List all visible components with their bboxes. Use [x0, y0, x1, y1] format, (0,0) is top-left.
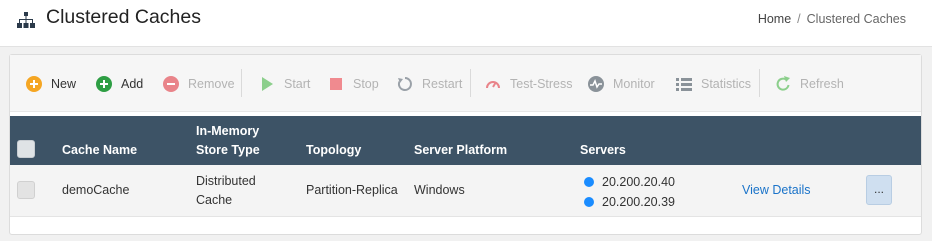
remove-button[interactable]: Remove — [163, 74, 235, 94]
list-icon — [676, 78, 692, 91]
stop-button-label: Stop — [353, 77, 379, 91]
test-stress-button-label: Test-Stress — [510, 77, 573, 91]
toolbar: New Add Remove Start Stop Restart Test-S… — [10, 55, 921, 112]
heartbeat-icon — [588, 76, 604, 92]
refresh-button-label: Refresh — [800, 77, 844, 91]
stop-icon — [330, 78, 342, 90]
test-stress-button[interactable]: Test-Stress — [485, 74, 573, 94]
minus-circle-icon — [163, 76, 179, 92]
toolbar-divider — [470, 69, 471, 97]
plus-circle-icon — [96, 76, 112, 92]
breadcrumb-separator: / — [797, 12, 801, 26]
sitemap-icon — [17, 12, 35, 28]
start-button[interactable]: Start — [259, 74, 310, 94]
server-entry: 20.200.20.39 — [584, 192, 675, 211]
page-header: Clustered Caches Home / Clustered Caches — [0, 0, 932, 47]
refresh-button[interactable]: Refresh — [775, 74, 844, 94]
more-actions-button[interactable]: ... — [866, 175, 892, 205]
table-header: Cache Name In-Memory Store Type Topology… — [10, 116, 921, 165]
restart-icon — [397, 77, 412, 91]
breadcrumb: Home / Clustered Caches — [758, 12, 906, 26]
refresh-icon — [776, 76, 790, 91]
store-type-cell: Distributed Cache — [196, 172, 256, 210]
column-header-servers[interactable]: Servers — [580, 141, 626, 160]
column-header-cache-name[interactable]: Cache Name — [62, 141, 137, 160]
new-button-label: New — [51, 77, 77, 91]
server-platform-cell: Windows — [414, 183, 465, 197]
select-all-checkbox[interactable] — [17, 140, 35, 158]
statistics-button[interactable]: Statistics — [676, 74, 751, 94]
server-address: 20.200.20.40 — [602, 174, 675, 189]
topology-cell: Partition-Replica — [306, 183, 398, 197]
store-type-line2: Cache — [196, 193, 233, 207]
start-button-label: Start — [284, 77, 311, 91]
add-button[interactable]: Add — [96, 74, 143, 94]
stop-button[interactable]: Stop — [328, 74, 379, 94]
add-button-label: Add — [121, 77, 144, 91]
breadcrumb-current: Clustered Caches — [806, 12, 906, 26]
speedometer-icon — [486, 81, 500, 89]
server-status-dot-icon — [584, 196, 594, 207]
restart-button[interactable]: Restart — [397, 74, 462, 94]
server-entry: 20.200.20.40 — [584, 172, 675, 191]
new-button[interactable]: New — [26, 74, 76, 94]
restart-button-label: Restart — [422, 77, 463, 91]
store-type-line1: Distributed — [196, 174, 256, 188]
monitor-button-label: Monitor — [613, 77, 655, 91]
column-header-topology[interactable]: Topology — [306, 141, 361, 160]
column-header-server-platform[interactable]: Server Platform — [414, 141, 507, 160]
toolbar-divider — [759, 69, 760, 97]
statistics-button-label: Statistics — [701, 77, 752, 91]
monitor-button[interactable]: Monitor — [588, 74, 655, 94]
row-checkbox[interactable] — [17, 181, 35, 199]
toolbar-divider — [241, 69, 242, 97]
column-header-store-type[interactable]: In-Memory Store Type — [196, 122, 260, 160]
page-title: Clustered Caches — [46, 6, 201, 28]
plus-circle-icon — [26, 76, 42, 92]
server-address: 20.200.20.39 — [602, 194, 675, 209]
cache-name-cell: demoCache — [62, 183, 130, 197]
table-row[interactable]: demoCache Distributed Cache Partition-Re… — [10, 165, 921, 217]
column-header-store-type-line1: In-Memory — [196, 124, 260, 138]
caches-panel: New Add Remove Start Stop Restart Test-S… — [9, 54, 922, 235]
column-header-store-type-line2: Store Type — [196, 143, 260, 157]
server-status-dot-icon — [584, 176, 594, 187]
view-details-link[interactable]: View Details — [742, 181, 811, 200]
remove-button-label: Remove — [188, 77, 235, 91]
breadcrumb-home-link[interactable]: Home — [758, 12, 791, 26]
play-icon — [262, 77, 273, 91]
